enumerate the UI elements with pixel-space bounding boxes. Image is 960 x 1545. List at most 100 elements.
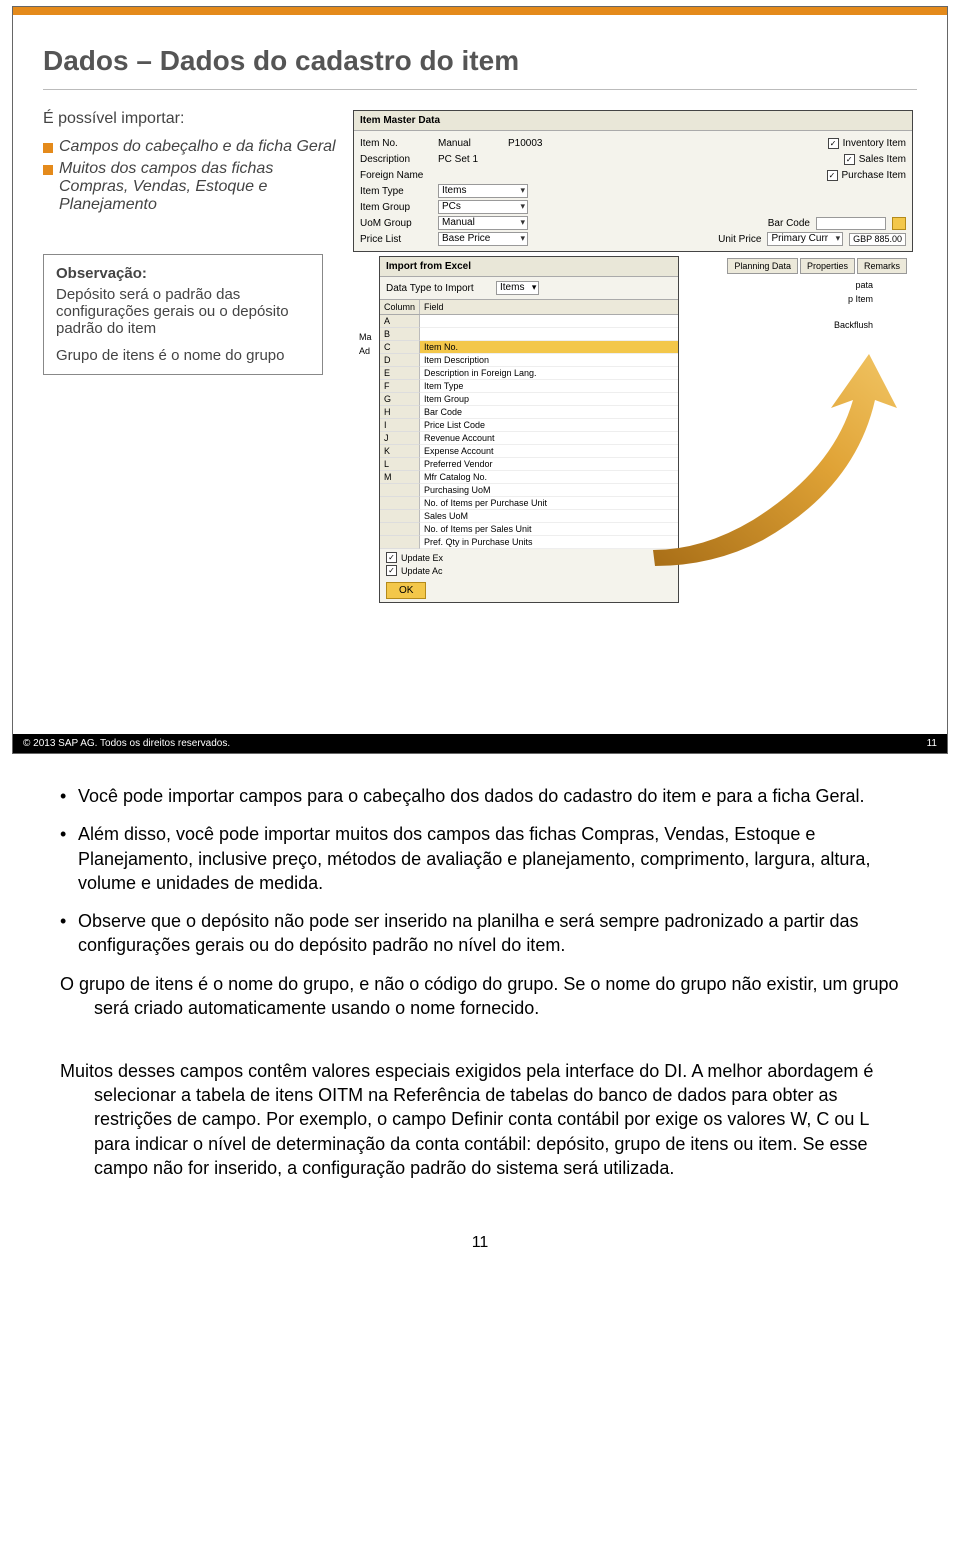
import-row[interactable]: GItem Group <box>380 393 678 406</box>
head-field: Field <box>420 300 678 314</box>
import-col-letter: K <box>380 445 420 458</box>
lookup-button[interactable] <box>892 217 906 230</box>
item-master-window: Item Master Data Item No. Manual P10003 … <box>353 110 913 252</box>
import-col-letter: L <box>380 458 420 471</box>
import-row[interactable]: HBar Code <box>380 406 678 419</box>
import-col-letter: A <box>380 315 420 328</box>
import-field-name: Sales UoM <box>420 510 678 523</box>
fragment-backflush: Backflush <box>834 320 873 330</box>
import-row[interactable]: MMfr Catalog No. <box>380 471 678 484</box>
import-row[interactable]: IPrice List Code <box>380 419 678 432</box>
import-row[interactable]: B <box>380 328 678 341</box>
tab-remarks[interactable]: Remarks <box>857 258 907 274</box>
note-text-3: Observe que o depósito não pode ser inse… <box>78 909 900 958</box>
import-row[interactable]: Purchasing UoM <box>380 484 678 497</box>
import-col-letter <box>380 497 420 510</box>
import-col-letter: J <box>380 432 420 445</box>
import-field-name <box>420 315 678 328</box>
import-col-letter <box>380 510 420 523</box>
note-bullet-2: • Além disso, você pode importar muitos … <box>60 822 900 895</box>
import-row[interactable]: JRevenue Account <box>380 432 678 445</box>
page-number: 11 <box>0 1204 960 1262</box>
intro-text: É possível importar: <box>43 110 343 128</box>
accent-bar <box>13 7 947 15</box>
import-col-letter <box>380 523 420 536</box>
checkbox-icon[interactable]: ✓ <box>828 138 839 149</box>
import-row[interactable]: LPreferred Vendor <box>380 458 678 471</box>
combo-price-list[interactable]: Base Price <box>438 232 528 246</box>
import-col-letter: H <box>380 406 420 419</box>
import-field-name: Item Description <box>420 354 678 367</box>
notes-section: • Você pode importar campos para o cabeç… <box>0 754 960 1204</box>
import-row[interactable]: No. of Items per Purchase Unit <box>380 497 678 510</box>
slide-number: 11 <box>927 738 937 749</box>
import-row[interactable]: Sales UoM <box>380 510 678 523</box>
import-grid: ABCItem No.DItem DescriptionEDescription… <box>380 315 678 549</box>
combo-item-type[interactable]: Items <box>438 184 528 198</box>
import-row[interactable]: A <box>380 315 678 328</box>
import-col-letter <box>380 484 420 497</box>
import-col-letter: G <box>380 393 420 406</box>
label-price-list: Price List <box>360 234 438 245</box>
checkbox-icon[interactable]: ✓ <box>386 552 397 563</box>
import-row[interactable]: EDescription in Foreign Lang. <box>380 367 678 380</box>
slide-card: Dados – Dados do cadastro do item É poss… <box>12 6 948 754</box>
tab-planning[interactable]: Planning Data <box>727 258 798 274</box>
import-title: Import from Excel <box>380 257 678 277</box>
import-row[interactable]: Pref. Qty in Purchase Units <box>380 536 678 549</box>
import-window: Import from Excel Data Type to Import It… <box>379 256 679 603</box>
combo-uom-group[interactable]: Manual <box>438 216 528 230</box>
import-row[interactable]: CItem No. <box>380 341 678 354</box>
combo-data-type[interactable]: Items <box>496 281 539 295</box>
item-no-mode: Manual <box>438 138 508 149</box>
left-column: É possível importar: Campos do cabeçalho… <box>43 110 343 375</box>
note-bullet-1: • Você pode importar campos para o cabeç… <box>60 784 900 808</box>
copyright: © 2013 SAP AG. Todos os direitos reserva… <box>23 738 230 749</box>
label-unit-price: Unit Price <box>718 234 761 245</box>
label-bar-code: Bar Code <box>768 218 810 229</box>
import-col-letter: B <box>380 328 420 341</box>
import-field-name: Bar Code <box>420 406 678 419</box>
fragment-pata: pata <box>834 280 873 290</box>
checkbox-icon[interactable]: ✓ <box>386 565 397 576</box>
import-field-name: Item Group <box>420 393 678 406</box>
note-para-5: Muitos desses campos contêm valores espe… <box>60 1059 900 1180</box>
import-col-letter <box>380 536 420 549</box>
checkbox-icon[interactable]: ✓ <box>827 170 838 181</box>
fragment-ma: Ma <box>359 332 372 342</box>
bar-code-input[interactable] <box>816 217 886 230</box>
tab-properties[interactable]: Properties <box>800 258 855 274</box>
import-field-name: Item No. <box>420 341 678 354</box>
import-row[interactable]: No. of Items per Sales Unit <box>380 523 678 536</box>
note-para-4: O grupo de itens é o nome do grupo, e nã… <box>60 972 900 1021</box>
combo-primary-curr[interactable]: Primary Curr <box>767 232 843 246</box>
label-item-group: Item Group <box>360 202 438 213</box>
head-column: Column <box>380 300 420 314</box>
combo-item-group[interactable]: PCs <box>438 200 528 214</box>
note-body-2: Grupo de itens é o nome do grupo <box>56 347 310 364</box>
side-fragment-text: pata p Item Backflush <box>834 280 873 334</box>
import-field-name: Mfr Catalog No. <box>420 471 678 484</box>
import-row[interactable]: FItem Type <box>380 380 678 393</box>
item-no-value: P10003 <box>508 138 542 149</box>
import-col-letter: C <box>380 341 420 354</box>
check-sales: Sales Item <box>859 154 906 165</box>
label-item-no: Item No. <box>360 138 438 149</box>
check-purchase: Purchase Item <box>842 170 906 181</box>
price-value[interactable]: GBP 885.00 <box>849 233 906 246</box>
slide-title: Dados – Dados do cadastro do item <box>43 45 917 77</box>
import-field-name: Item Type <box>420 380 678 393</box>
window-title: Item Master Data <box>354 111 912 131</box>
import-field-name: Revenue Account <box>420 432 678 445</box>
import-field-name: No. of Items per Sales Unit <box>420 523 678 536</box>
note-bullet-3: • Observe que o depósito não pode ser in… <box>60 909 900 958</box>
import-field-name: Pref. Qty in Purchase Units <box>420 536 678 549</box>
import-field-name: Purchasing UoM <box>420 484 678 497</box>
import-field-name <box>420 328 678 341</box>
checkbox-icon[interactable]: ✓ <box>844 154 855 165</box>
import-row[interactable]: DItem Description <box>380 354 678 367</box>
check-update-ac: Update Ac <box>401 566 443 576</box>
import-row[interactable]: KExpense Account <box>380 445 678 458</box>
ok-button[interactable]: OK <box>386 582 426 599</box>
footer-bar: © 2013 SAP AG. Todos os direitos reserva… <box>13 734 947 753</box>
